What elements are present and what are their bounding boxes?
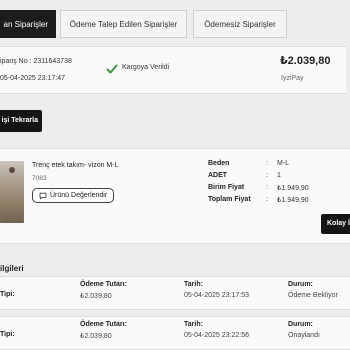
product-code: 7083: [32, 175, 47, 182]
spec-colon: :: [266, 184, 268, 191]
product-name[interactable]: Trenç etek takım- vizon M-L: [32, 162, 119, 169]
product-image[interactable]: [0, 161, 24, 223]
shipping-status: Kargoya Verildi: [122, 64, 170, 71]
tab-all-orders[interactable]: an Siparişler: [0, 10, 56, 38]
spec-value-unit-price: ₺1.949,90: [277, 185, 309, 192]
check-icon: [106, 64, 118, 74]
order-date: 05-04-2025 23:17:47: [0, 75, 65, 82]
payment-date-label: Tarih:: [184, 321, 203, 328]
payment-date: 05-04-2025 23:17:53: [184, 292, 249, 299]
review-product-button[interactable]: Ürünü Değerlendir: [32, 188, 114, 203]
spec-label-quantity: ADET: [208, 172, 228, 179]
reorder-button[interactable]: işi Tekrarla: [0, 110, 42, 132]
payment-row: Tipi: Ödeme Tutarı: ₺2.039,80 Tarih: 05-…: [0, 276, 350, 310]
spec-value-size: M-L: [277, 160, 290, 167]
payment-row: Tipi: Ödeme Tutarı: ₺2.039,80 Tarih: 05-…: [0, 316, 350, 350]
tab-payment-requested-orders[interactable]: Ödeme Talep Edilen Siparişler: [60, 10, 187, 38]
payment-amount-label: Ödeme Tutarı:: [80, 321, 127, 328]
payment-amount-label: Ödeme Tutarı:: [80, 281, 127, 288]
order-tabs: an Siparişler Ödeme Talep Edilen Sipariş…: [0, 10, 350, 40]
chat-bubble-icon: [39, 192, 47, 200]
review-button-label: Ürünü Değerlendir: [50, 192, 108, 199]
payment-date-label: Tarih:: [184, 281, 203, 288]
payment-status: Onaylandı: [288, 332, 320, 339]
payment-status-label: Durum:: [288, 281, 313, 288]
spec-value-total-price: ₺1.949,90: [277, 197, 309, 204]
payment-amount: ₺2.039,80: [80, 333, 112, 340]
payment-status-label: Durum:: [288, 321, 313, 328]
payment-amount: ₺2.039,80: [80, 293, 112, 300]
order-total: ₺2.039,80: [280, 55, 331, 67]
order-summary-card: ipariş No : 2311643738 05-04-2025 23:17:…: [0, 46, 346, 94]
payment-method: IyziPay: [281, 75, 304, 82]
spec-colon: :: [266, 160, 268, 167]
order-number: ipariş No : 2311643738: [0, 58, 72, 65]
spec-label-unit-price: Birim Fiyat: [208, 184, 245, 191]
spec-label-size: Beden: [208, 160, 230, 167]
payment-type-label: Tipi:: [0, 331, 15, 338]
spec-label-total-price: Toplam Fiyat: [208, 196, 251, 203]
easy-return-button[interactable]: Kolay İade: [321, 214, 350, 234]
payment-type-label: Tipi:: [0, 291, 15, 298]
tab-unpaid-orders[interactable]: Ödemesiz Siparişler: [193, 10, 287, 38]
spec-colon: :: [266, 196, 268, 203]
payment-status: Ödeme Bekliyor: [288, 292, 338, 299]
spec-colon: :: [266, 172, 268, 179]
spec-value-quantity: 1: [277, 172, 281, 179]
payment-info-title: ilgileri: [0, 264, 24, 273]
payment-date: 05-04-2025 23:22:56: [184, 332, 249, 339]
product-card: Trenç etek takım- vizon M-L 7083 Ürünü D…: [0, 148, 350, 244]
